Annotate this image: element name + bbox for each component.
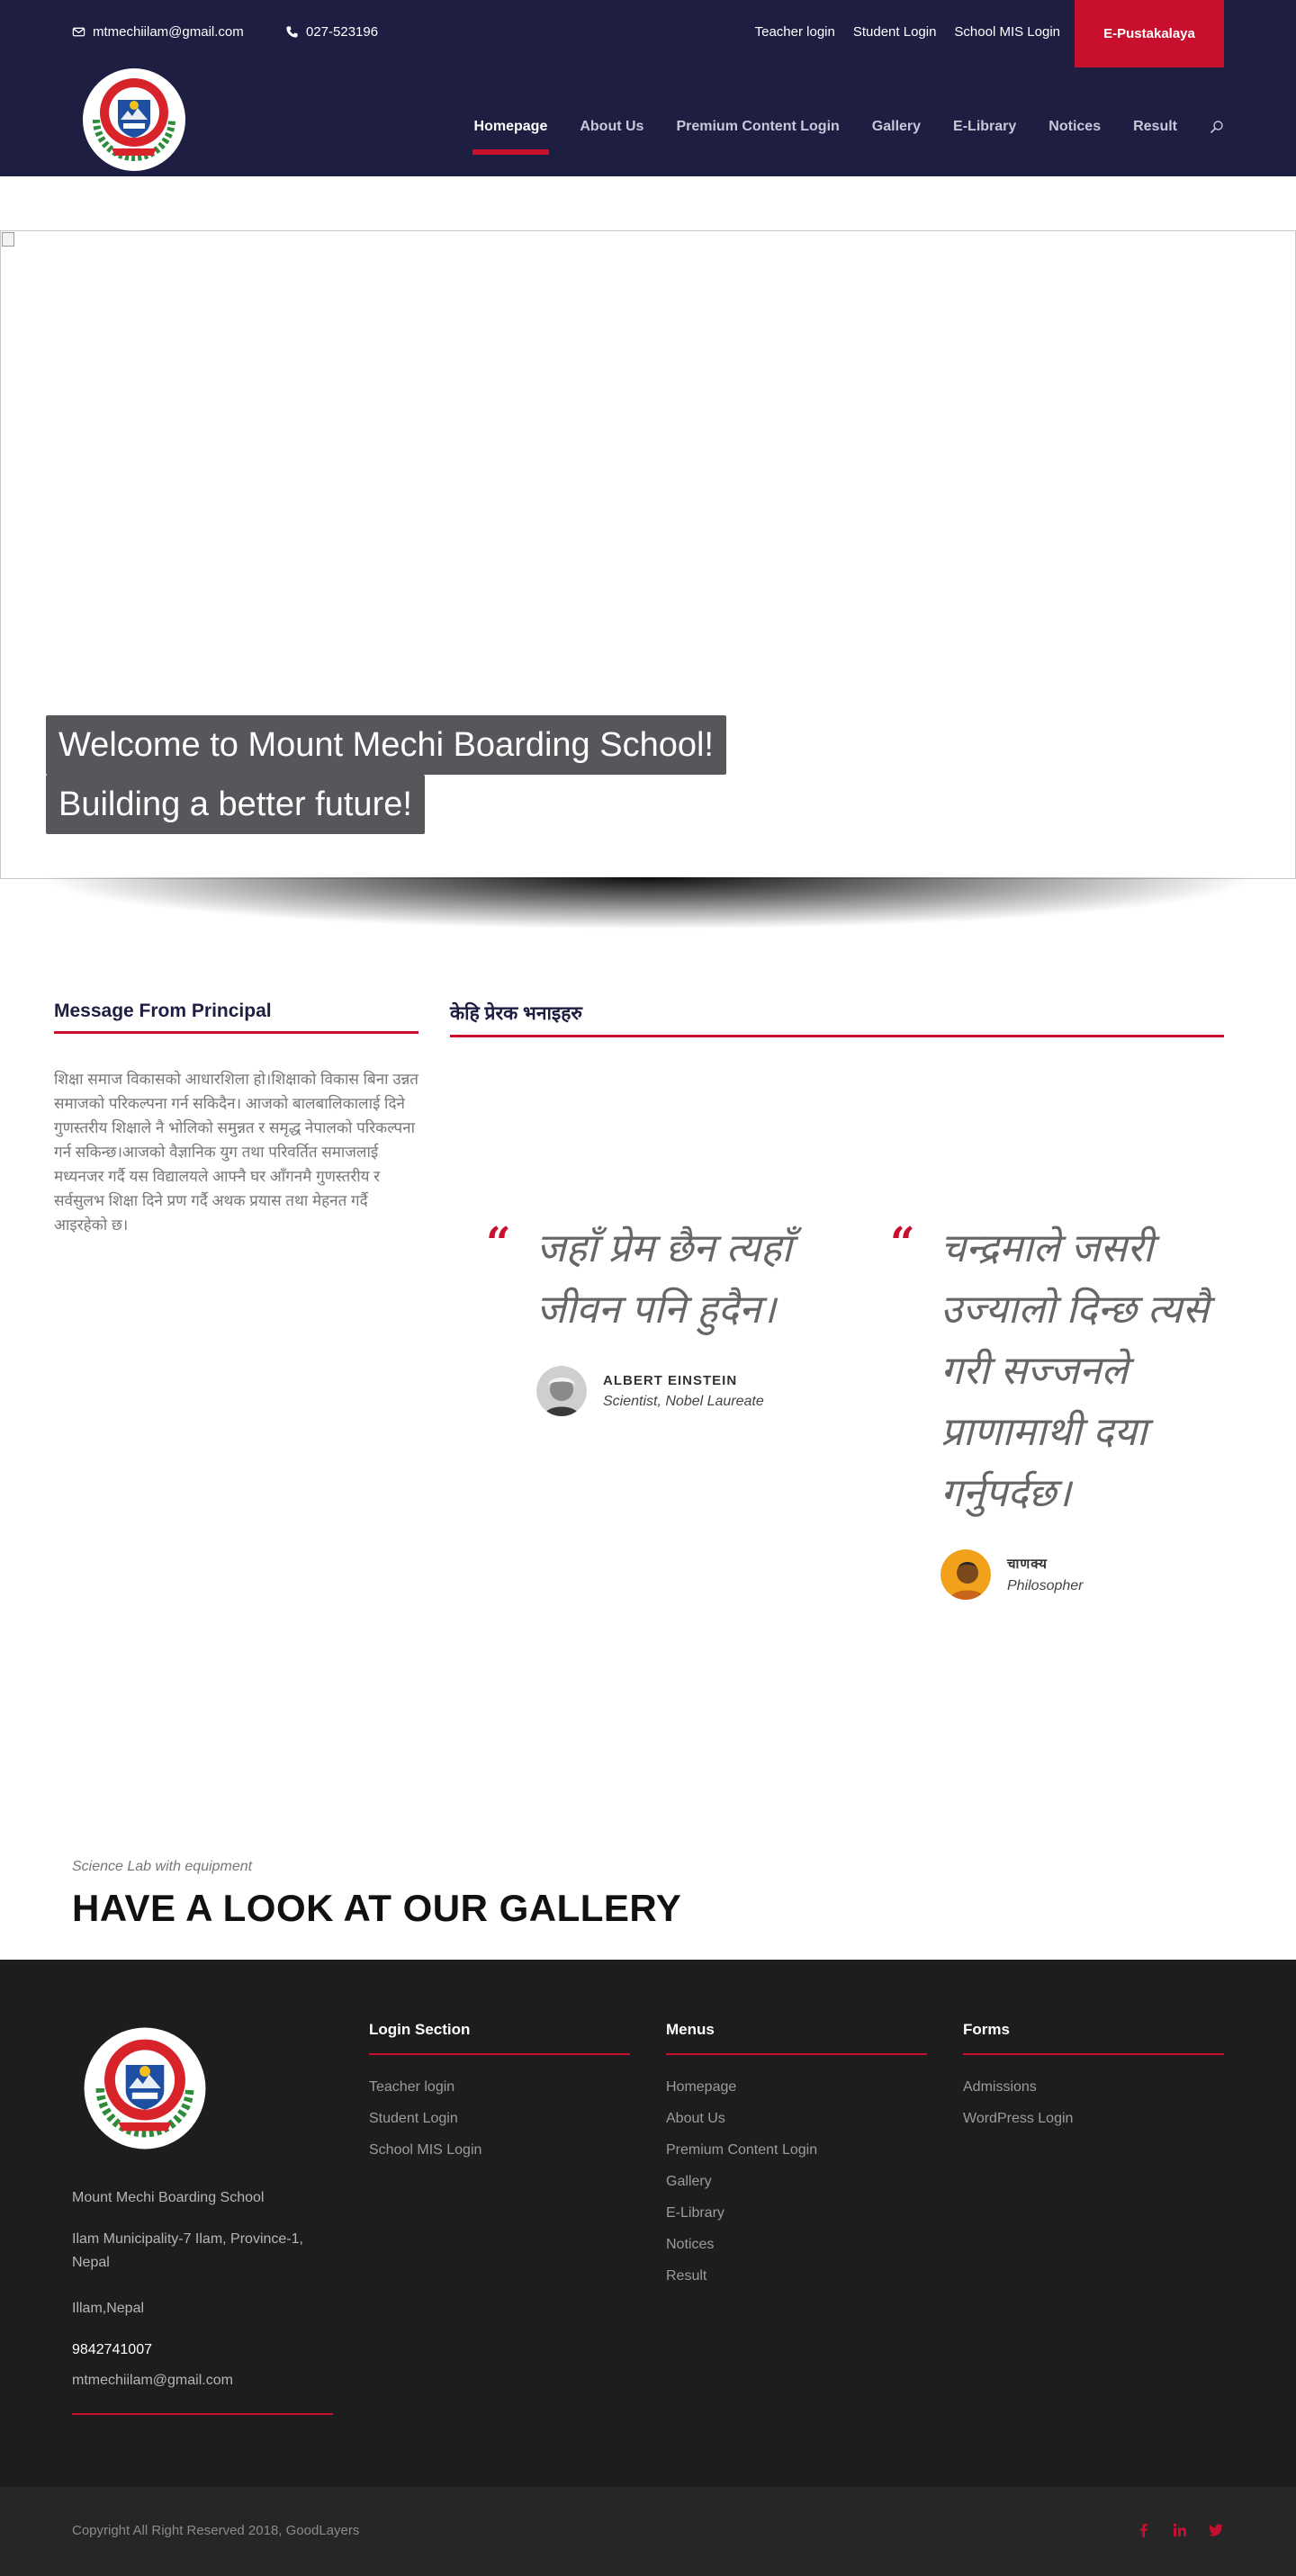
footer-menus-heading: Menus	[666, 2021, 927, 2055]
footer-wordpress-login-link[interactable]: WordPress Login	[963, 2103, 1224, 2134]
quote-author: ALBERT EINSTEIN Scientist, Nobel Laureat…	[536, 1366, 806, 1416]
quote-mark-icon: “	[890, 1218, 915, 1269]
hero-slider[interactable]: Welcome to Mount Mechi Boarding School! …	[0, 230, 1296, 879]
einstein-avatar	[536, 1366, 587, 1416]
footer-email[interactable]: mtmechiilam@gmail.com	[72, 2369, 233, 2392]
quote-author-name: चाणक्य	[1007, 1557, 1048, 1572]
school-logo[interactable]	[80, 66, 188, 174]
e-pustakalaya-button[interactable]: E-Pustakalaya	[1075, 0, 1224, 67]
quotes-heading: केहि प्रेरक भनाइहरु	[450, 1001, 1224, 1037]
contact-phone[interactable]: 027-523196	[285, 24, 378, 40]
nav-premium-content-login[interactable]: Premium Content Login	[676, 119, 839, 135]
footer-admissions-link[interactable]: Admissions	[963, 2071, 1224, 2103]
footer-menu-result[interactable]: Result	[666, 2260, 927, 2292]
footer-menu-gallery[interactable]: Gallery	[666, 2166, 927, 2197]
copyright-bar: Copyright All Right Reserved 2018, GoodL…	[0, 2487, 1296, 2576]
teacher-login-link[interactable]: Teacher login	[755, 24, 835, 40]
site-footer: Mount Mechi Boarding School Ilam Municip…	[0, 1960, 1296, 2487]
footer-menu-premium-content-login[interactable]: Premium Content Login	[666, 2134, 927, 2166]
footer-login-heading: Login Section	[369, 2021, 630, 2055]
site-header: mtmechiilam@gmail.com 027-523196 Teacher…	[0, 0, 1296, 176]
contact-phone-text: 027-523196	[306, 24, 379, 40]
footer-menu-e-library[interactable]: E-Library	[666, 2197, 927, 2229]
quote-mark-icon: “	[486, 1218, 511, 1269]
footer-phone[interactable]: 9842741007	[72, 2338, 152, 2362]
footer-menu-notices[interactable]: Notices	[666, 2229, 927, 2260]
footer-login-section: Login Section Teacher login Student Logi…	[369, 2021, 630, 2166]
quote-author-name: ALBERT EINSTEIN	[603, 1372, 738, 1388]
top-links: Teacher login Student Login School MIS L…	[755, 24, 1060, 40]
footer-address: Ilam Municipality-7 Ilam, Province-1, Ne…	[72, 2231, 303, 2270]
footer-forms: Forms Admissions WordPress Login	[963, 2021, 1224, 2134]
footer-school-mis-login-link[interactable]: School MIS Login	[369, 2134, 630, 2166]
footer-city: Illam,Nepal	[72, 2301, 145, 2316]
principal-message-heading: Message From Principal	[54, 1001, 418, 1034]
contact-email[interactable]: mtmechiilam@gmail.com	[72, 24, 244, 40]
footer-menu-homepage[interactable]: Homepage	[666, 2071, 927, 2103]
footer-teacher-login-link[interactable]: Teacher login	[369, 2071, 630, 2103]
nav-about-us[interactable]: About Us	[580, 119, 644, 135]
social-links	[1136, 2522, 1224, 2538]
footer-divider	[72, 2413, 333, 2415]
nav-e-library[interactable]: E-Library	[953, 119, 1016, 135]
quote-item: “ जहाँ प्रेम छैन त्यहाँ जीवन पनि हुदैन। …	[486, 1218, 806, 1416]
footer-student-login-link[interactable]: Student Login	[369, 2103, 630, 2134]
contact-email-text: mtmechiilam@gmail.com	[93, 24, 244, 40]
nav-notices[interactable]: Notices	[1048, 119, 1101, 135]
footer-menus: Menus Homepage About Us Premium Content …	[666, 2021, 927, 2292]
phone-icon	[286, 26, 298, 38]
twitter-icon[interactable]	[1208, 2522, 1224, 2538]
footer-school-name: Mount Mechi Boarding School	[72, 2190, 265, 2205]
footer-menu-about-us[interactable]: About Us	[666, 2103, 927, 2134]
footer-forms-heading: Forms	[963, 2021, 1224, 2055]
hero-caption-welcome: Welcome to Mount Mechi Boarding School!	[46, 715, 726, 775]
top-bar: mtmechiilam@gmail.com 027-523196 Teacher…	[72, 0, 1224, 67]
quote-item: “ चन्द्रमाले जसरी उज्यालो दिन्छ त्यसै गर…	[890, 1218, 1228, 1600]
linkedin-icon[interactable]	[1172, 2522, 1188, 2538]
nav-gallery[interactable]: Gallery	[872, 119, 921, 135]
quote-author-role: Philosopher	[1007, 1578, 1084, 1593]
gallery-heading: HAVE A LOOK AT OUR GALLERY	[72, 1887, 682, 1929]
school-mis-login-link[interactable]: School MIS Login	[954, 24, 1060, 40]
quote-text: जहाँ प्रेम छैन त्यहाँ जीवन पनि हुदैन।	[536, 1226, 792, 1332]
gallery-subtitle: Science Lab with equipment	[72, 1859, 253, 1874]
main-nav: Homepage About Us Premium Content Login …	[472, 119, 1224, 155]
quote-author-role: Scientist, Nobel Laureate	[603, 1393, 764, 1409]
envelope-icon	[72, 27, 86, 37]
student-login-link[interactable]: Student Login	[853, 24, 937, 40]
hero-caption-future: Building a better future!	[46, 775, 425, 834]
search-icon[interactable]	[1210, 120, 1224, 134]
footer-school-logo	[84, 2027, 206, 2150]
principal-message-text: शिक्षा समाज विकासको आधारशिला हो।शिक्षाको…	[54, 1071, 418, 1234]
nav-result[interactable]: Result	[1133, 119, 1177, 135]
broken-image-icon	[2, 232, 14, 247]
hero-shadow	[18, 877, 1278, 931]
nav-homepage[interactable]: Homepage	[472, 119, 550, 155]
facebook-icon[interactable]	[1136, 2522, 1152, 2538]
quote-author: चाणक्य Philosopher	[940, 1549, 1228, 1600]
copyright-text: Copyright All Right Reserved 2018, GoodL…	[72, 2523, 360, 2538]
quote-text: चन्द्रमाले जसरी उज्यालो दिन्छ त्यसै गरी …	[940, 1226, 1210, 1515]
chanakya-avatar	[940, 1549, 991, 1600]
